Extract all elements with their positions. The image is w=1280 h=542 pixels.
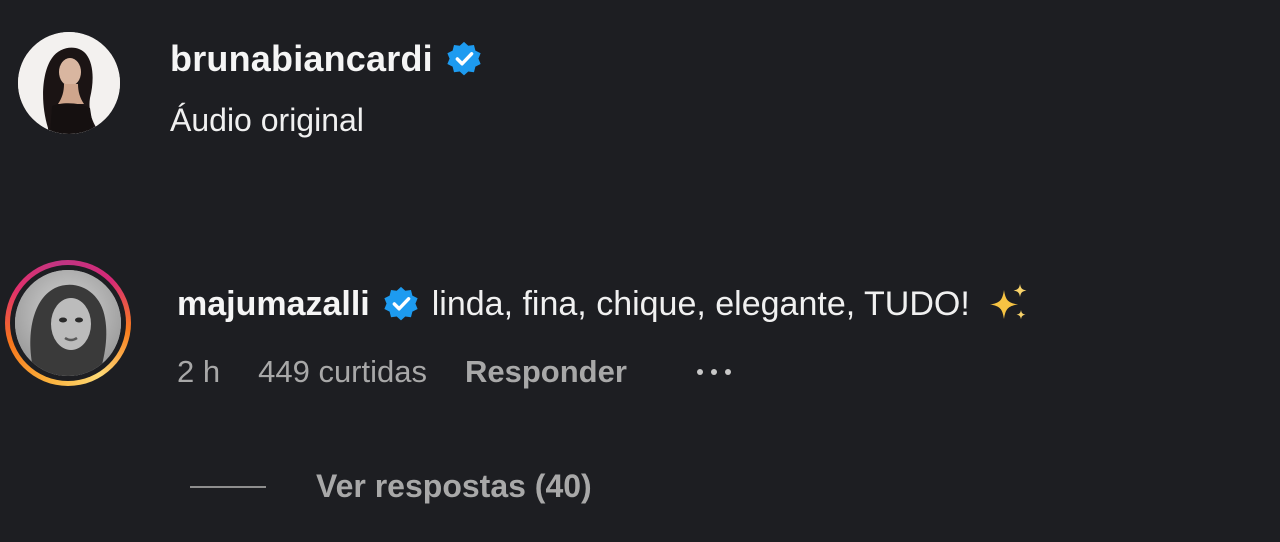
post-author-avatar[interactable] [18, 32, 120, 134]
comment-item: majumazalli linda, fina, chique, elegant… [5, 260, 1030, 390]
post-name-line: brunabiancardi [170, 36, 483, 82]
post-author-username[interactable]: brunabiancardi [170, 38, 433, 80]
comment-body: majumazalli linda, fina, chique, elegant… [177, 280, 1030, 390]
comment-timestamp: 2 h [177, 354, 221, 389]
commenter-photo-icon [15, 270, 121, 376]
audio-original-link[interactable]: Áudio original [170, 102, 483, 139]
avatar-ring-gap [10, 265, 126, 381]
more-dot [724, 369, 731, 375]
post-meta: brunabiancardi Áudio original [170, 36, 483, 139]
comment-line: majumazalli linda, fina, chique, elegant… [177, 280, 1030, 328]
commenter-avatar-story-ring[interactable] [5, 260, 131, 386]
commenter-avatar [15, 270, 121, 376]
verified-badge-icon [384, 286, 418, 321]
sparkles-icon [989, 284, 1027, 320]
comment-text: linda, fina, chique, elegante, TUDO! [431, 284, 970, 323]
post-header: brunabiancardi Áudio original [18, 32, 483, 139]
comment-actions: 2 h 449 curtidas Responder [177, 354, 1030, 390]
view-replies-label: Ver respostas (40) [316, 468, 592, 504]
comment-likes-count[interactable]: 449 curtidas [258, 354, 427, 390]
profile-photo-icon [18, 32, 120, 134]
reply-button[interactable]: Responder [465, 354, 627, 390]
more-dot [710, 369, 717, 375]
replies-divider-line [190, 485, 266, 488]
more-options-icon[interactable] [696, 357, 739, 387]
view-replies-button[interactable]: Ver respostas (40) [190, 468, 592, 505]
more-dot [696, 369, 703, 375]
verified-badge-icon [447, 41, 481, 76]
comments-panel: brunabiancardi Áudio original majumazall… [0, 0, 1280, 542]
commenter-username[interactable]: majumazalli [177, 285, 370, 324]
